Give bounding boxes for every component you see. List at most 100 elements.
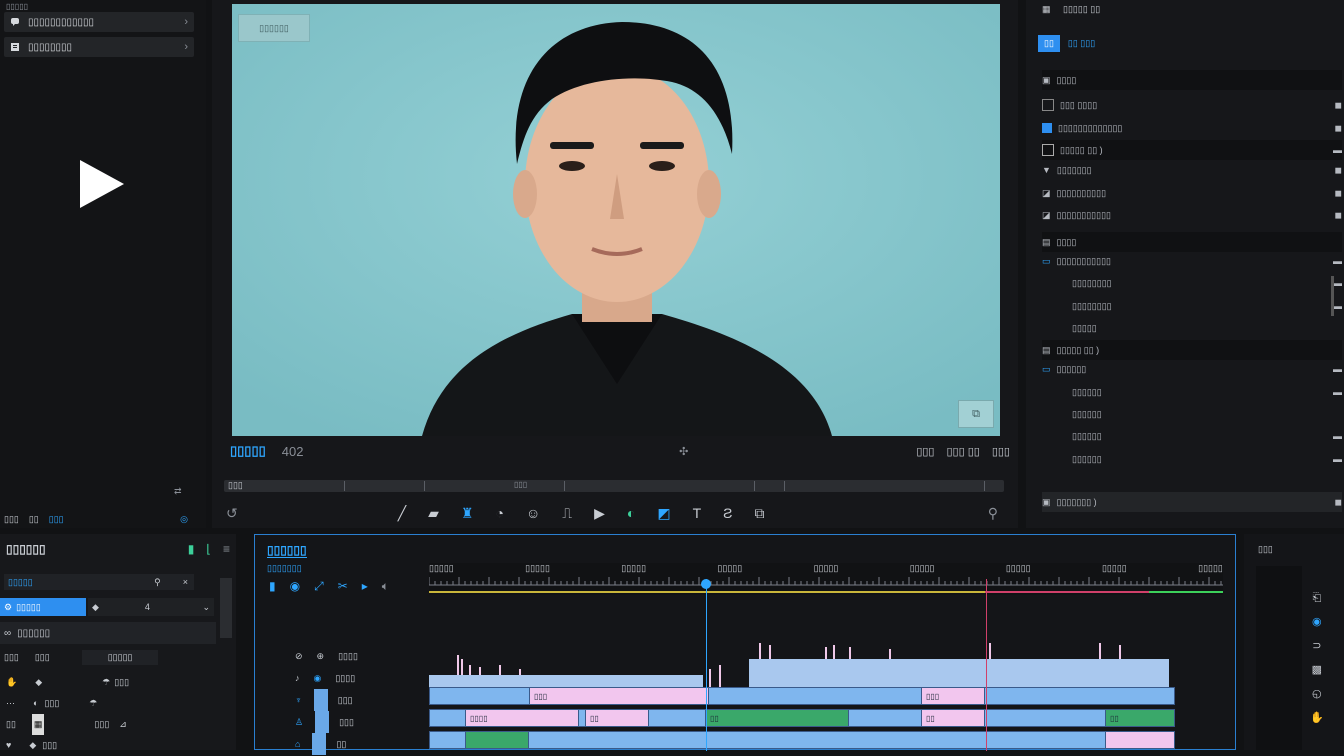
- speaker-icon[interactable]: 🔈︎: [382, 579, 389, 594]
- clips-area[interactable]: ▯▯▯ ▯▯▯ ▯▯▯▯ ▯▯ ▯▯ ▯▯ ▯▯: [429, 635, 1223, 751]
- photo-icon[interactable]: ▩: [1310, 658, 1324, 682]
- fx-item[interactable]: ⋯ ◐ ▯▯▯ ☂: [6, 693, 206, 714]
- lock-icon: ◼: [1334, 122, 1342, 133]
- play-icon[interactable]: [78, 158, 126, 213]
- overlay-tag[interactable]: ▯▯▯▯▯▯: [238, 14, 310, 42]
- clip-icon[interactable]: ▮: [188, 542, 195, 556]
- section-header[interactable]: ▤ ▯▯▯▯▯ ▯▯ ): [1042, 340, 1342, 360]
- inspector-row[interactable]: ▯▯▯▯▯▯▯▯ ▬: [1042, 274, 1342, 292]
- inspector-scrollbar[interactable]: [1331, 276, 1334, 316]
- fx-col-c[interactable]: ▯▯▯▯▯: [81, 649, 159, 665]
- clip[interactable]: ▯▯▯▯: [465, 709, 579, 727]
- out-marker[interactable]: [986, 579, 987, 751]
- record-icon[interactable]: ◐: [627, 505, 635, 521]
- inspector-row[interactable]: ▯▯▯▯▯ ▯▯ ) ▬: [1042, 140, 1342, 160]
- bracket-icon[interactable]: ⌊: [206, 542, 211, 556]
- link-icon[interactable]: ⤢: [314, 579, 324, 594]
- undo-icon[interactable]: ↺: [226, 505, 238, 522]
- track-header[interactable]: ♪ ◉ ▯▯▯▯: [295, 667, 425, 689]
- inspector-row[interactable]: ▭ ▯▯▯▯▯▯ ▬: [1042, 360, 1342, 378]
- clip[interactable]: [465, 731, 529, 749]
- marker-icon[interactable]: ▮: [269, 579, 276, 594]
- inspector-row[interactable]: ▯▯▯▯▯▯ ▬: [1042, 427, 1342, 445]
- track-header[interactable]: ♆ ▯▯▯: [295, 689, 425, 711]
- keyframe-icon[interactable]: ◩: [657, 505, 670, 522]
- clip[interactable]: ▯▯▯: [921, 687, 985, 705]
- export-icon[interactable]: ⧉: [754, 505, 764, 522]
- mask-icon[interactable]: ☺: [526, 505, 540, 521]
- tab-other[interactable]: ▯▯ ▯▯▯: [1068, 38, 1095, 49]
- brush-icon: ▼: [1042, 165, 1051, 175]
- inspector-row[interactable]: ▯▯▯▯▯▯ ▬: [1042, 450, 1342, 468]
- play-small-icon[interactable]: ▶: [594, 505, 605, 522]
- clip[interactable]: ▯▯: [585, 709, 649, 727]
- inspector-row[interactable]: ▯▯▯▯▯▯ ▬: [1042, 383, 1342, 401]
- preview-canvas[interactable]: ▯▯▯▯▯▯ ⧉: [232, 4, 1000, 436]
- fx-selected[interactable]: ⚙ ▯▯▯▯▯: [0, 598, 86, 616]
- snap-icon[interactable]: ◉: [290, 579, 300, 594]
- hook-icon[interactable]: ⊃: [1310, 634, 1324, 658]
- clip[interactable]: ▯▯: [1105, 709, 1175, 727]
- menu-icon[interactable]: ≡: [223, 542, 230, 556]
- grab-icon[interactable]: ◵: [1310, 682, 1324, 706]
- export-icon[interactable]: ⎗: [1310, 586, 1324, 610]
- clip[interactable]: ▯▯: [705, 709, 849, 727]
- shape-icon[interactable]: ◔: [496, 505, 504, 521]
- scrub-bar[interactable]: ▯▯▯ ▯▯▯: [224, 480, 1004, 492]
- inspector-row[interactable]: ◪ ▯▯▯▯▯▯▯▯▯▯ ◼: [1042, 184, 1342, 202]
- camera-icon[interactable]: ◉: [1310, 610, 1324, 634]
- fx-scrollbar[interactable]: [220, 578, 232, 638]
- eraser-icon[interactable]: ▰: [428, 505, 439, 522]
- clip[interactable]: ▯▯: [921, 709, 985, 727]
- fx-search-input[interactable]: ▯▯▯▯▯ ⚲ ×: [4, 574, 194, 590]
- playhead[interactable]: [706, 579, 707, 751]
- razor-icon[interactable]: ✂: [338, 579, 348, 594]
- inspector-row[interactable]: ▯▯▯ ▯▯▯▯ ◼: [1042, 96, 1342, 114]
- inspector-footer[interactable]: ▣ ▯▯▯▯▯▯▯ ) ◼: [1042, 492, 1342, 512]
- media-bottom-label[interactable]: ▯▯▯: [4, 514, 19, 525]
- settings-icon[interactable]: ◎: [180, 514, 188, 525]
- fx-list-header[interactable]: ∞ ▯▯▯▯▯▯: [0, 622, 216, 644]
- inspector-row[interactable]: ▯▯▯▯▯▯▯▯ ▬: [1042, 297, 1342, 315]
- fx-dropdown[interactable]: ◆ 4 ⌄: [88, 598, 214, 616]
- inspector-row[interactable]: ▯▯▯▯▯▯: [1042, 405, 1342, 423]
- timeline-subtitle: ▯▯▯▯▯▯▯: [267, 563, 302, 573]
- inspector-row[interactable]: ▭ ▯▯▯▯▯▯▯▯▯▯▯ ▬: [1042, 252, 1342, 270]
- track-header[interactable]: ⌂ ▯▯: [295, 733, 425, 755]
- lock-icon: ◼: [1334, 187, 1342, 198]
- clip[interactable]: [1105, 731, 1175, 749]
- close-icon: ×: [182, 577, 188, 587]
- timeline-ruler[interactable]: ▯▯▯▯▯ ▯▯▯▯▯ ▯▯▯▯▯ ▯▯▯▯▯ ▯▯▯▯▯ ▯▯▯▯▯ ▯▯▯▯…: [429, 563, 1223, 595]
- fullscreen-icon[interactable]: ⧉: [958, 400, 994, 428]
- curve-icon[interactable]: Ƨ: [723, 505, 732, 521]
- clip[interactable]: ▯▯▯: [529, 687, 709, 705]
- tools-icon[interactable]: ⚲: [988, 505, 998, 522]
- text-tool-icon[interactable]: T: [693, 505, 702, 521]
- track-header[interactable]: ⊘ ⊕ ▯▯▯▯: [295, 645, 425, 667]
- pen-icon[interactable]: ╱: [398, 505, 406, 522]
- crosshair-icon[interactable]: ✣: [679, 445, 688, 458]
- media-bottom-label[interactable]: ▯▯: [29, 514, 39, 525]
- sync-icon[interactable]: ⇄: [174, 486, 182, 497]
- split-icon[interactable]: ⎍: [562, 505, 572, 522]
- section-header[interactable]: ▤ ▯▯▯▯: [1042, 232, 1342, 252]
- media-panel: ▯▯▯▯▯ ▯▯▯▯▯▯▯▯▯▯▯▯ › ▯▯▯▯▯▯▯▯ › ⇄ ▯▯▯ ▯▯…: [0, 0, 206, 528]
- playhead-handle[interactable]: [701, 579, 711, 589]
- inspector-row[interactable]: ▯▯▯▯▯: [1042, 319, 1342, 337]
- media-item-1[interactable]: ▯▯▯▯▯▯▯▯ ›: [4, 37, 194, 57]
- fx-col-b: ▯▯▯: [34, 651, 50, 662]
- fx-item[interactable]: ▯▯ ▦ ▯▯▯ ⊿: [6, 714, 206, 735]
- inspector-row[interactable]: ◪ ▯▯▯▯▯▯▯▯▯▯▯ ◼: [1042, 206, 1342, 224]
- play-icon[interactable]: ▸: [362, 579, 368, 594]
- media-item-0[interactable]: ▯▯▯▯▯▯▯▯▯▯▯▯ ›: [4, 12, 194, 32]
- inspector-row[interactable]: ▯▯▯▯▯▯▯▯▯▯▯▯▯ ◼: [1042, 119, 1342, 137]
- track-header[interactable]: ♙ ▯▯▯: [295, 711, 425, 733]
- hand-icon[interactable]: ✋: [1310, 706, 1324, 730]
- media-bottom-label[interactable]: ▯▯▯: [49, 514, 64, 525]
- tab-active[interactable]: ▯▯: [1038, 34, 1060, 52]
- fx-item[interactable]: ✋ ◆ ☂ ▯▯▯: [6, 672, 206, 693]
- fx-item[interactable]: ♥ ◆ ▯▯▯: [6, 735, 206, 756]
- bucket-icon[interactable]: ♜: [461, 505, 474, 522]
- inspector-row[interactable]: ▼ ▯▯▯▯▯▯▯ ◼: [1042, 161, 1342, 179]
- section-header[interactable]: ▣ ▯▯▯▯: [1042, 70, 1342, 90]
